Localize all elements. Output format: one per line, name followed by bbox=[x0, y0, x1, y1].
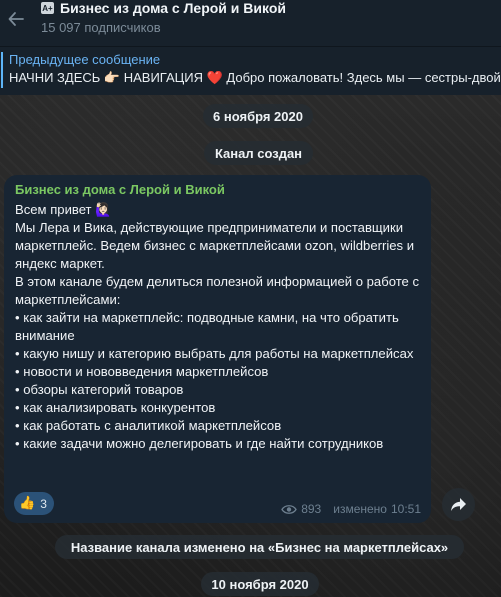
post-line: • новости и нововведения маркетплейсов bbox=[15, 364, 269, 379]
date-separator-1: 6 ноября 2020 bbox=[203, 104, 313, 128]
share-arrow-icon bbox=[451, 498, 466, 511]
reaction-count: 3 bbox=[40, 496, 47, 511]
post-line: Всем привет 🙋🏻‍♀️ bbox=[15, 202, 112, 217]
post-line: • какую нишу и категорию выбрать для раб… bbox=[15, 346, 414, 361]
post-line: • обзоры категорий товаров bbox=[15, 382, 184, 397]
forward-button[interactable] bbox=[442, 488, 475, 521]
chat-header[interactable]: A+ Бизнес из дома с Лерой и Викой 15 097… bbox=[0, 0, 501, 47]
post-meta: 893 изменено 10:51 bbox=[281, 502, 421, 516]
eye-icon bbox=[281, 504, 297, 514]
post-author[interactable]: Бизнес из дома с Лерой и Викой bbox=[15, 182, 225, 197]
thumbs-up-icon: 👍 bbox=[19, 496, 36, 511]
post-line: Мы Лера и Вика, действующие предпринимат… bbox=[15, 220, 418, 271]
heart-icon: ❤️ bbox=[206, 70, 223, 85]
subscriber-count: 15 097 подписчиков bbox=[41, 20, 161, 35]
edited-label: изменено bbox=[333, 502, 387, 516]
post-line: • какие задачи можно делегировать и где … bbox=[15, 436, 384, 451]
pinned-title: Предыдущее сообщение bbox=[9, 52, 161, 67]
post-line: • как анализировать конкурентов bbox=[15, 400, 216, 415]
service-channel-created: Канал создан bbox=[204, 141, 313, 165]
pinned-text-start: НАЧНИ ЗДЕСЬ 👉🏻 НАВИГАЦИЯ bbox=[9, 70, 207, 85]
back-arrow-icon bbox=[8, 12, 24, 26]
post-line: • как работать с аналитикой маркетплейсо… bbox=[15, 418, 282, 433]
reaction-thumbs-up[interactable]: 👍 3 bbox=[14, 492, 54, 515]
back-button[interactable] bbox=[3, 6, 29, 32]
post-line: В этом канале будем делиться полезной ин… bbox=[15, 274, 423, 307]
channel-post[interactable]: Бизнес из дома с Лерой и Викой Всем прив… bbox=[4, 175, 431, 523]
pinned-message-bar[interactable]: Предыдущее сообщение НАЧНИ ЗДЕСЬ 👉🏻 НАВИ… bbox=[0, 47, 501, 95]
post-line: • как зайти на маркетплейс: подводные ка… bbox=[15, 310, 403, 343]
pinned-text-end: Добро пожаловать! Здесь мы — сестры-двой bbox=[222, 70, 501, 85]
pinned-indicator bbox=[1, 52, 3, 88]
service-channel-renamed: Название канала изменено на «Бизнес на м… bbox=[55, 535, 464, 559]
view-count: 893 bbox=[301, 502, 322, 516]
date-separator-2: 10 ноября 2020 bbox=[201, 572, 319, 596]
post-body: Всем привет 🙋🏻‍♀️ Мы Лера и Вика, действ… bbox=[15, 201, 427, 453]
post-time: 10:51 bbox=[390, 502, 421, 516]
pinned-text: НАЧНИ ЗДЕСЬ 👉🏻 НАВИГАЦИЯ ❤️ Добро пожало… bbox=[9, 70, 501, 86]
channel-badge-icon: A+ bbox=[41, 2, 54, 14]
channel-title[interactable]: Бизнес из дома с Лерой и Викой bbox=[60, 0, 286, 16]
